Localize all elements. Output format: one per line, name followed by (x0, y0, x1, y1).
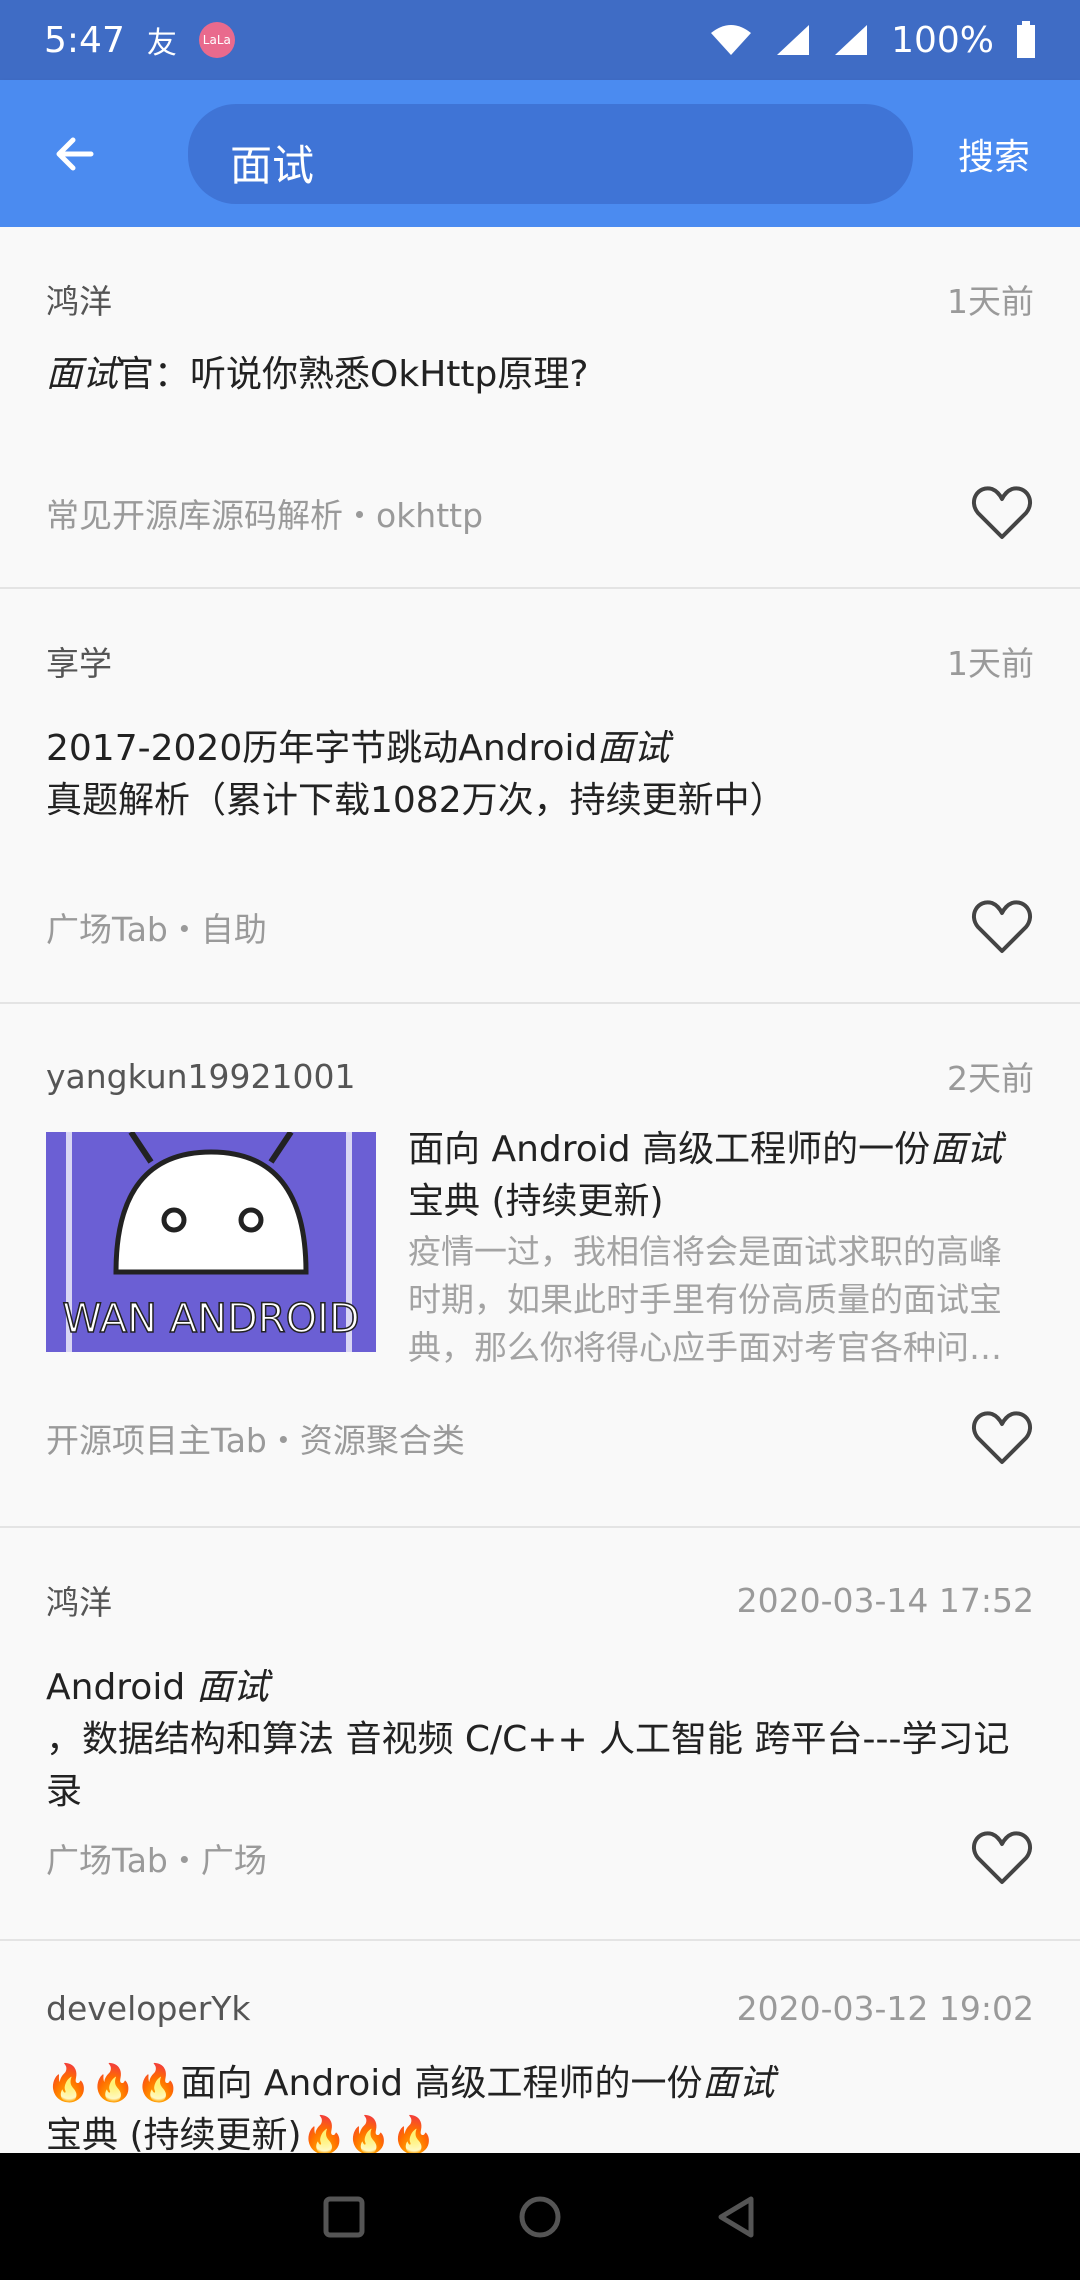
post-time: 1天前 (947, 644, 1034, 683)
status-left: 5:47 友 LaLa (44, 18, 235, 62)
navigation-bar (0, 2153, 1080, 2280)
home-icon[interactable] (517, 2194, 563, 2240)
post-time: 1天前 (947, 282, 1034, 321)
article-title: 面试官：听说你熟悉OkHttp原理? (46, 354, 589, 395)
article-title: 面向 Android 高级工程师的一份面试宝典 (持续更新) (408, 1129, 1003, 1222)
app-notification-icon: 友 (146, 26, 177, 61)
chapter-tag[interactable]: 广场Tab・广场 (46, 1834, 267, 1882)
arrow-left-icon (56, 137, 94, 170)
back-nav-icon[interactable] (713, 2194, 759, 2240)
author: 鸿洋 (46, 1583, 112, 1622)
author: yangkun19921001 (46, 1056, 356, 1096)
post-time: 2天前 (947, 1059, 1034, 1098)
search-input[interactable] (228, 119, 873, 188)
signal-icon (777, 25, 810, 55)
recents-icon[interactable] (321, 2194, 367, 2240)
android-logo-image: WAN ANDROID (46, 1132, 376, 1352)
article-card[interactable]: developerYk 2020-03-12 19:02 🔥🔥🔥面向 Andro… (0, 1941, 1080, 2153)
chapter-tag[interactable]: 广场Tab・自助 (46, 903, 267, 951)
post-time: 2020-03-12 19:02 (736, 1989, 1034, 2028)
article-card[interactable]: 鸿洋 2020-03-14 17:52 Android 面试 ，数据结构和算法 音… (0, 1528, 1080, 1941)
article-title: 🔥🔥🔥面向 Android 高级工程师的一份面试 宝典 (持续更新)🔥🔥🔥 (46, 2063, 775, 2153)
svg-text:WAN ANDROID: WAN ANDROID (62, 1296, 359, 1342)
battery-icon (1017, 21, 1035, 58)
article-description: 疫情一过，我相信将会是面试求职的高峰时期，如果此时手里有份高质量的面试宝典，那么… (408, 1232, 1002, 1367)
article-thumbnail[interactable]: WAN ANDROID (46, 1132, 376, 1352)
status-bar: 5:47 友 LaLa 100% (0, 0, 1080, 80)
wifi-icon (711, 25, 752, 55)
article-title: Android 面试 ，数据结构和算法 音视频 C/C++ 人工智能 跨平台---… (46, 1667, 1010, 1812)
signal-icon-2 (835, 25, 868, 55)
search-box[interactable] (188, 103, 913, 204)
lala-app-icon: LaLa (198, 22, 235, 58)
author: 鸿洋 (46, 282, 112, 321)
heart-icon[interactable] (970, 481, 1034, 545)
article-card[interactable]: yangkun19921001 2天前 WAN ANDROID 面向 Andro… (0, 1004, 1080, 1528)
chapter-tag[interactable]: 常见开源库源码解析・okhttp (46, 489, 483, 537)
author: 享学 (46, 644, 112, 683)
clock: 5:47 (44, 19, 125, 61)
author: developerYk (46, 1989, 251, 2028)
app-bar: 搜索 (0, 80, 1080, 227)
heart-icon[interactable] (970, 1826, 1034, 1890)
chapter-tag[interactable]: 开源项目主Tab・资源聚合类 (46, 1414, 465, 1462)
status-right: 100% (709, 20, 1036, 61)
heart-icon[interactable] (970, 895, 1034, 959)
battery-percent: 100% (891, 19, 994, 61)
search-button[interactable]: 搜索 (958, 128, 1030, 180)
heart-icon[interactable] (970, 1406, 1034, 1470)
back-button[interactable] (0, 80, 150, 227)
article-title: 2017-2020历年字节跳动Android面试 真题解析（累计下载1082万次，… (46, 728, 786, 821)
article-card[interactable]: 享学 1天前 2017-2020历年字节跳动Android面试 真题解析（累计下载… (0, 589, 1080, 1004)
article-card[interactable]: 鸿洋 1天前 面试官：听说你熟悉OkHttp原理? 常见开源库源码解析・okht… (0, 227, 1080, 589)
post-time: 2020-03-14 17:52 (736, 1580, 1034, 1620)
article-list[interactable]: 鸿洋 1天前 面试官：听说你熟悉OkHttp原理? 常见开源库源码解析・okht… (0, 227, 1080, 2153)
